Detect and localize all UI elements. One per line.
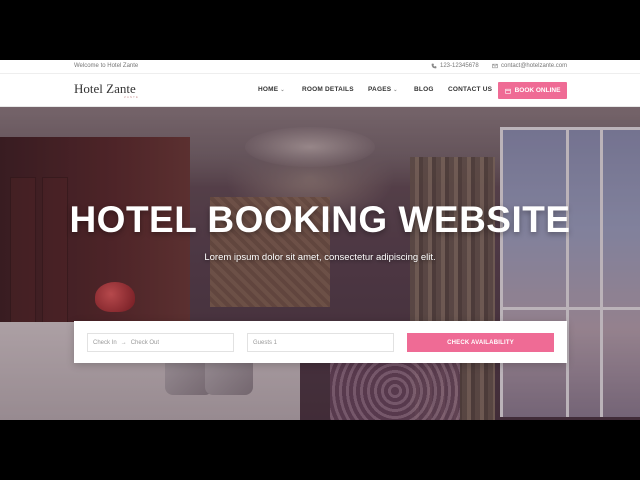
welcome-text: Welcome to Hotel Zante bbox=[74, 63, 139, 69]
book-online-label: BOOK ONLINE bbox=[514, 87, 561, 94]
phone-contact[interactable]: 123-12345678 bbox=[431, 63, 479, 69]
email-contact[interactable]: contact@hotelzante.com bbox=[492, 63, 567, 69]
email-address: contact@hotelzante.com bbox=[501, 63, 568, 69]
check-out-placeholder: Check Out bbox=[130, 339, 160, 346]
nav-room-details-label: ROOM DETAILS bbox=[302, 86, 354, 93]
booking-form: Check In → Check Out Guests 1 CHECK AVAI… bbox=[74, 321, 567, 363]
nav-contact-us-label: CONTACT US bbox=[448, 86, 493, 93]
main-navbar: Hotel Zante ZANTE HOME ⌄ ROOM DETAILS PA… bbox=[0, 74, 640, 107]
nav-contact-us[interactable]: CONTACT US bbox=[448, 86, 492, 93]
guests-value: Guests 1 bbox=[253, 339, 278, 346]
check-availability-button[interactable]: CHECK AVAILABILITY bbox=[407, 333, 554, 352]
hero-subtitle: Lorem ipsum dolor sit amet, consectetur … bbox=[204, 252, 436, 263]
book-online-button[interactable]: BOOK ONLINE bbox=[498, 82, 567, 99]
nav-blog-label: BLOG bbox=[414, 86, 434, 93]
chevron-down-icon: ⌄ bbox=[280, 86, 285, 93]
guests-select[interactable]: Guests 1 bbox=[247, 333, 394, 352]
mail-icon bbox=[492, 63, 498, 69]
check-availability-label: CHECK AVAILABILITY bbox=[447, 339, 514, 346]
nav-home[interactable]: HOME ⌄ bbox=[258, 86, 285, 93]
hero-overlay bbox=[0, 107, 640, 420]
logo-subtitle: ZANTE bbox=[124, 95, 139, 99]
browser-viewport: Welcome to Hotel Zante 123-12345678 cont… bbox=[0, 60, 640, 420]
hero-section: HOTEL BOOKING WEBSITE Lorem ipsum dolor … bbox=[0, 107, 640, 420]
nav-pages-label: PAGES bbox=[368, 86, 392, 93]
nav-home-label: HOME bbox=[258, 86, 279, 93]
top-info-bar: Welcome to Hotel Zante 123-12345678 cont… bbox=[0, 60, 640, 74]
nav-blog[interactable]: BLOG bbox=[414, 86, 434, 93]
nav-room-details[interactable]: ROOM DETAILS bbox=[302, 86, 354, 93]
date-range-field[interactable]: Check In → Check Out bbox=[87, 333, 234, 352]
nav-pages[interactable]: PAGES ⌄ bbox=[368, 86, 398, 93]
arrow-right-icon: → bbox=[120, 339, 127, 346]
phone-number: 123-12345678 bbox=[440, 63, 479, 69]
chevron-down-icon: ⌄ bbox=[393, 86, 398, 93]
check-in-placeholder: Check In bbox=[93, 339, 117, 346]
hero-title: HOTEL BOOKING WEBSITE bbox=[69, 199, 571, 240]
phone-icon bbox=[431, 63, 437, 69]
calendar-icon bbox=[504, 88, 511, 94]
